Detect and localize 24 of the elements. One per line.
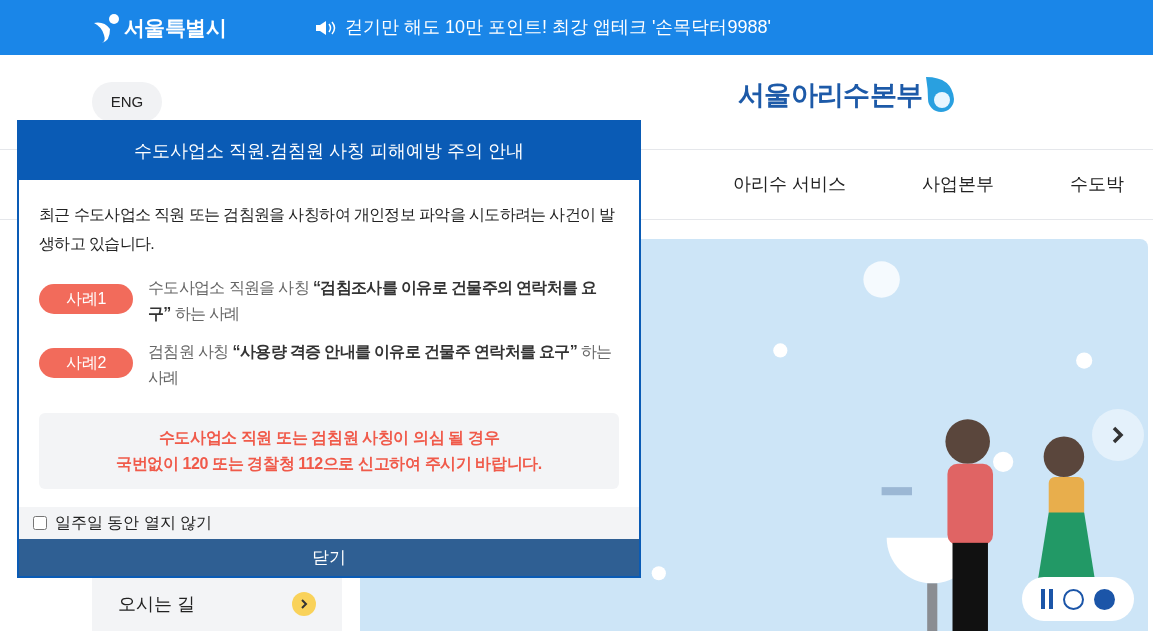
language-button[interactable]: ENG xyxy=(92,82,162,122)
logo-icon xyxy=(92,12,120,43)
case-tag: 사례1 xyxy=(39,284,133,314)
case-text: 수도사업소 직원을 사칭 “검침조사를 이유로 건물주의 연락처를 요구” 하는 사례 xyxy=(148,278,598,324)
chevron-right-icon xyxy=(292,592,316,616)
case-tag: 사례2 xyxy=(39,348,133,378)
dont-show-checkbox[interactable] xyxy=(33,516,47,530)
sidebar-item[interactable]: 오시는 길 xyxy=(92,579,342,629)
warning-text: 수도사업소 직원 또는 검침원 사칭이 의심 될 경우 xyxy=(158,428,500,448)
popup-intro: 최근 수도사업소 직원 또는 검침원을 사칭하여 개인정보 파악을 시도하려는 사건이 발생하고 있습니다. xyxy=(39,205,616,254)
warning-text: 국번없이 120 또는 경찰청 112으로 신고하여 주시기 바랍니다. xyxy=(116,454,542,474)
site-logo[interactable]: 서울특별시 xyxy=(124,11,227,44)
notice-link[interactable]: 걷기만 해도 10만 포인트! 최강 앱테크 '손목닥터9988' xyxy=(345,14,771,41)
speaker-icon xyxy=(315,19,337,36)
nav-item[interactable]: 수도박 xyxy=(1070,171,1124,198)
nav-item[interactable]: 사업본부 xyxy=(922,171,994,198)
site-logo[interactable]: 서울아리수본부 xyxy=(738,82,923,113)
checkbox-label: 일주일 동안 열지 않기 xyxy=(55,513,213,533)
nav-item[interactable]: 아리수 서비스 xyxy=(733,171,846,198)
pause-icon[interactable] xyxy=(1041,589,1053,609)
popup-title: 수도사업소 직원.검침원 사칭 피해예방 주의 안내 xyxy=(19,122,639,180)
close-button[interactable]: 닫기 xyxy=(19,539,639,576)
case-text: 검침원 사칭 “사용량 격증 안내를 이유로 건물주 연락처를 요구” 하는 사례 xyxy=(148,342,613,388)
chevron-right-icon xyxy=(1111,425,1125,445)
